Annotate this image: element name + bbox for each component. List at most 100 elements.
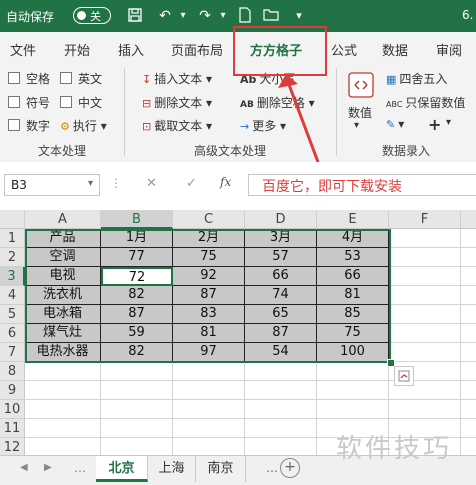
tab-file[interactable]: 文件 (10, 40, 36, 59)
scroll-right-icon[interactable]: ▶ (44, 462, 52, 473)
grid-cell[interactable] (461, 248, 476, 267)
keep-value-button[interactable]: ABC 只保留数值 (386, 94, 465, 111)
save-icon[interactable] (126, 7, 144, 25)
insert-function-icon[interactable]: fx (220, 175, 231, 189)
delete-text-button[interactable]: ⊟ 删除文本 ▾ (142, 94, 212, 111)
column-header-f[interactable]: F (389, 210, 461, 229)
value-button[interactable]: 数值 (348, 104, 372, 121)
grid-cell[interactable]: 75 (317, 324, 389, 343)
row-header-9[interactable]: 9 (0, 381, 25, 400)
grid-cell[interactable]: 57 (245, 248, 317, 267)
grid-cell[interactable] (389, 229, 461, 248)
grid-cell[interactable] (245, 419, 317, 438)
grid-cell[interactable] (245, 400, 317, 419)
checkbox-number[interactable]: 数字 (8, 117, 50, 134)
redo-dropdown-icon[interactable]: ▾ (214, 7, 232, 25)
grid-cell[interactable] (245, 362, 317, 381)
tab-review[interactable]: 审阅 (436, 40, 462, 59)
grid-cell[interactable] (461, 343, 476, 362)
grid-cell[interactable] (101, 419, 173, 438)
sheet-tab-shanghai[interactable]: 上海 (148, 456, 196, 482)
grid-cell[interactable]: 煤气灶 (25, 324, 101, 343)
scroll-left-icon[interactable]: ◀ (20, 462, 28, 473)
value-dropdown-icon[interactable]: ▾ (354, 120, 359, 131)
grid-cell[interactable]: 电热水器 (25, 343, 101, 362)
grid-cell[interactable]: 82 (101, 343, 173, 362)
grid-cell[interactable]: 66 (317, 267, 389, 286)
grid-cell[interactable]: 4月 (317, 229, 389, 248)
grid-cell[interactable]: 87 (173, 286, 245, 305)
grid-cell[interactable]: 81 (173, 324, 245, 343)
grid-cell[interactable]: 53 (317, 248, 389, 267)
grid-cell[interactable]: 85 (317, 305, 389, 324)
row-header-10[interactable]: 10 (0, 400, 25, 419)
row-header-6[interactable]: 6 (0, 324, 25, 343)
row-header-1[interactable]: 1 (0, 229, 25, 248)
grid-cell[interactable]: 87 (101, 305, 173, 324)
add-dropdown-icon[interactable]: ▾ (446, 117, 451, 128)
quick-analysis-icon[interactable] (394, 366, 414, 386)
grid-cell[interactable]: 92 (173, 267, 245, 286)
undo-icon[interactable]: ↶ (156, 7, 174, 25)
row-header-8[interactable]: 8 (0, 362, 25, 381)
column-header-d[interactable]: D (245, 210, 317, 229)
grid-cell[interactable]: 洗衣机 (25, 286, 101, 305)
sheet-tab-nanjing[interactable]: 南京 (196, 456, 246, 482)
round-button[interactable]: ▦ 四舍五入 (386, 70, 447, 87)
grid-cell[interactable] (317, 362, 389, 381)
grid-cell[interactable] (317, 400, 389, 419)
column-header-a[interactable]: A (25, 210, 101, 229)
grid-cell[interactable] (461, 381, 476, 400)
grid-cell[interactable] (245, 381, 317, 400)
grid-cell[interactable]: 3月 (245, 229, 317, 248)
grid-cell[interactable] (317, 381, 389, 400)
column-header-e[interactable]: E (317, 210, 389, 229)
tab-data[interactable]: 数据 (382, 40, 408, 59)
row-header-5[interactable]: 5 (0, 305, 25, 324)
select-all-corner[interactable] (0, 210, 25, 229)
cancel-icon[interactable]: ✕ (146, 176, 157, 191)
grid-cell[interactable] (461, 419, 476, 438)
sheet-overflow-icon[interactable]: … (74, 461, 86, 475)
column-header-g[interactable] (461, 210, 476, 229)
column-header-c[interactable]: C (173, 210, 245, 229)
row-header-4[interactable]: 4 (0, 286, 25, 305)
more-options-icon[interactable]: ⋮ (110, 176, 122, 190)
grid-cell[interactable] (461, 229, 476, 248)
tab-home[interactable]: 开始 (64, 40, 90, 59)
grid-cell[interactable] (173, 362, 245, 381)
checkbox-symbol[interactable]: 符号 (8, 94, 50, 111)
tab-page-layout[interactable]: 页面布局 (171, 40, 223, 59)
row-header-11[interactable]: 11 (0, 419, 25, 438)
grid-cell[interactable]: 77 (101, 248, 173, 267)
grid-cell[interactable]: 81 (317, 286, 389, 305)
grid-cell[interactable]: 75 (173, 248, 245, 267)
grid-cell[interactable] (389, 267, 461, 286)
grid-cell[interactable] (101, 362, 173, 381)
grid-cell[interactable]: 电冰箱 (25, 305, 101, 324)
column-header-b[interactable]: B (101, 210, 173, 229)
row-header-2[interactable]: 2 (0, 248, 25, 267)
grid-cell[interactable] (25, 419, 101, 438)
grid-cell[interactable]: 66 (245, 267, 317, 286)
grid-cell[interactable] (25, 400, 101, 419)
grid-cell[interactable]: 100 (317, 343, 389, 362)
grid-cell[interactable] (101, 381, 173, 400)
grid-cell[interactable] (389, 400, 461, 419)
grid-cell[interactable] (25, 381, 101, 400)
grid-cell[interactable] (173, 419, 245, 438)
checkbox-space[interactable]: 空格 (8, 70, 50, 87)
grid-cell[interactable] (461, 305, 476, 324)
grid-cell[interactable] (389, 248, 461, 267)
add-button[interactable]: + (428, 115, 441, 134)
grid-cell[interactable]: 电视 (25, 267, 101, 286)
grid-cell[interactable] (173, 381, 245, 400)
sheet-tab-beijing[interactable]: 北京 (96, 456, 148, 482)
add-sheet-icon[interactable]: + (280, 458, 300, 478)
row-header-3[interactable]: 3 (0, 267, 25, 286)
open-folder-icon[interactable] (262, 7, 280, 25)
grid-cell[interactable]: 65 (245, 305, 317, 324)
grid-cell[interactable]: 97 (173, 343, 245, 362)
checkbox-chinese[interactable]: 中文 (60, 94, 102, 111)
tab-formulas[interactable]: 公式 (331, 40, 357, 59)
